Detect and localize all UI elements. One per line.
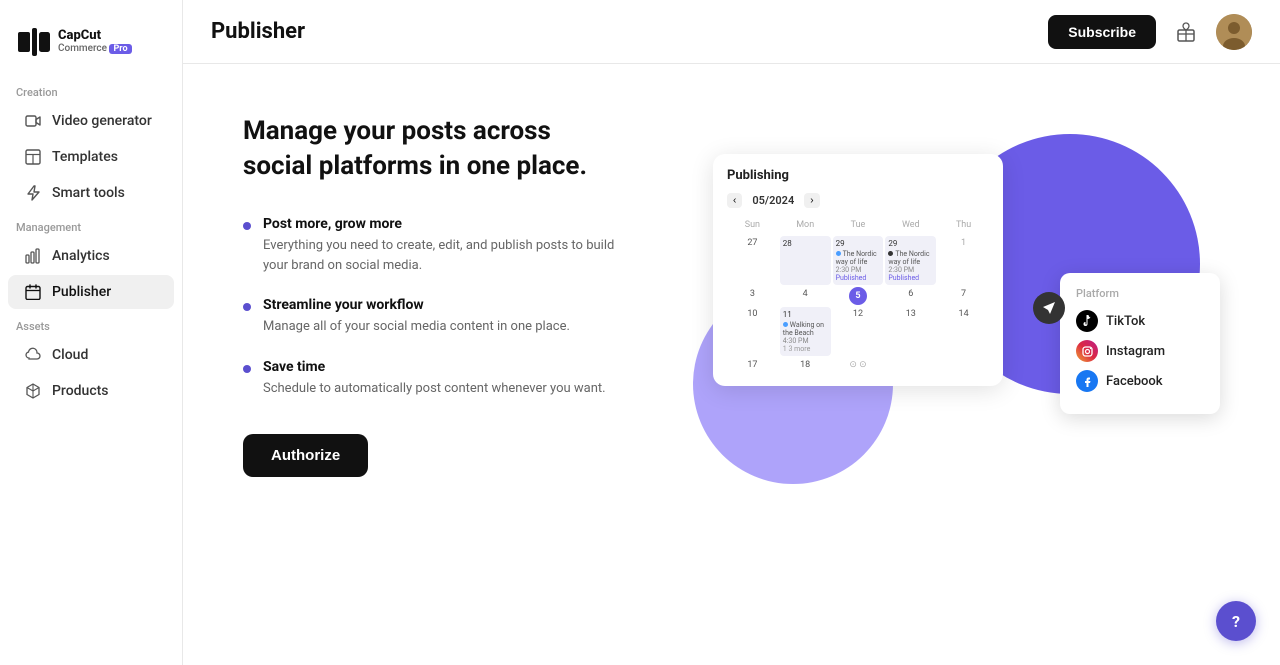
cal-cell: 10: [727, 307, 778, 356]
feature-content: Streamline your workflow Manage all of y…: [263, 297, 570, 337]
sidebar-item-products[interactable]: Products: [8, 374, 174, 408]
tiktok-logo: [1076, 310, 1098, 332]
cal-cell-event: 11 Walking on the Beach 4:30 PM 1 3 more: [780, 307, 831, 356]
authorize-button[interactable]: Authorize: [243, 434, 368, 477]
section-assets: Assets: [0, 310, 182, 337]
feature-item-0: Post more, grow more Everything you need…: [243, 216, 623, 275]
sidebar-item-video-generator[interactable]: Video generator: [8, 104, 174, 138]
sidebar-item-label: Analytics: [52, 248, 110, 264]
cal-cell: 6: [885, 287, 936, 305]
platform-tiktok: TikTok: [1076, 310, 1204, 332]
sidebar-item-label: Cloud: [52, 347, 88, 363]
bar-chart-icon: [24, 247, 42, 265]
box-icon: [24, 382, 42, 400]
left-panel: Manage your posts across social platform…: [243, 114, 623, 477]
header-right: Subscribe: [1048, 14, 1252, 50]
instagram-logo: [1076, 340, 1098, 362]
feature-desc: Everything you need to create, edit, and…: [263, 236, 623, 275]
subscribe-button[interactable]: Subscribe: [1048, 15, 1156, 49]
sidebar-item-publisher[interactable]: Publisher: [8, 275, 174, 309]
cal-cell: 1: [938, 236, 989, 285]
day-header: Thu: [938, 218, 989, 232]
help-button[interactable]: ?: [1216, 601, 1256, 641]
calendar-icon: [24, 283, 42, 301]
help-icon: ?: [1232, 612, 1240, 631]
cloud-icon: [24, 346, 42, 364]
sidebar-item-label: Smart tools: [52, 185, 125, 201]
bullet-icon: [243, 365, 251, 373]
calendar-header: ‹ 05/2024 ›: [727, 193, 989, 208]
feature-title: Streamline your workflow: [263, 297, 570, 313]
cal-cell-event: 28: [780, 236, 831, 285]
sidebar-item-cloud[interactable]: Cloud: [8, 338, 174, 372]
calendar-month: 05/2024: [752, 194, 794, 207]
cal-cell: 5: [849, 287, 867, 305]
cal-cell: 12: [833, 307, 884, 356]
cal-cell-event: 29 The Nordic way of life 2:30 PM Publis…: [885, 236, 936, 285]
feature-item-1: Streamline your workflow Manage all of y…: [243, 297, 623, 337]
facebook-logo: [1076, 370, 1098, 392]
calendar-card: Publishing ‹ 05/2024 › Sun Mon Tue Wed T…: [713, 154, 1003, 386]
cal-cell: 4: [780, 287, 831, 305]
bullet-icon: [243, 222, 251, 230]
sidebar-item-label: Templates: [52, 149, 118, 165]
gift-button[interactable]: [1168, 14, 1204, 50]
logo-icon: [16, 24, 52, 60]
cal-next-btn[interactable]: ›: [804, 193, 819, 208]
platform-label: Instagram: [1106, 344, 1165, 359]
feature-desc: Manage all of your social media content …: [263, 317, 570, 337]
feature-item-2: Save time Schedule to automatically post…: [243, 359, 623, 399]
feature-title: Save time: [263, 359, 606, 375]
day-header: Mon: [780, 218, 831, 232]
platform-instagram: Instagram: [1076, 340, 1204, 362]
cal-cell-event: 29 The Nordic way of life 2:30 PM Publis…: [833, 236, 884, 285]
layout-icon: [24, 148, 42, 166]
cal-cell: 13: [885, 307, 936, 356]
cal-cell: 7: [938, 287, 989, 305]
cal-prev-btn[interactable]: ‹: [727, 193, 742, 208]
platform-popup: Platform TikTok: [1060, 273, 1220, 414]
right-panel: Publishing ‹ 05/2024 › Sun Mon Tue Wed T…: [683, 114, 1220, 514]
section-creation: Creation: [0, 76, 182, 103]
cal-cell: ⊙ ⊙: [833, 358, 884, 372]
section-management: Management: [0, 211, 182, 238]
day-header: Tue: [833, 218, 884, 232]
page-title: Publisher: [211, 19, 305, 44]
logo-area: CapCut Commerce Pro: [0, 16, 182, 76]
feature-title: Post more, grow more: [263, 216, 623, 232]
sidebar-item-label: Products: [52, 383, 109, 399]
cal-cell: 14: [938, 307, 989, 356]
sidebar-item-label: Publisher: [52, 284, 111, 300]
feature-desc: Schedule to automatically post content w…: [263, 379, 606, 399]
avatar[interactable]: [1216, 14, 1252, 50]
sidebar-item-label: Video generator: [52, 113, 152, 129]
logo-text: CapCut Commerce Pro: [58, 29, 132, 55]
day-header: Wed: [885, 218, 936, 232]
cal-cell: 18: [780, 358, 831, 372]
card-title: Publishing: [727, 168, 989, 183]
main-area: Publisher Subscribe: [183, 0, 1280, 665]
day-header: Sun: [727, 218, 778, 232]
platform-popup-title: Platform: [1076, 287, 1204, 300]
platform-label: TikTok: [1106, 314, 1145, 329]
sidebar: CapCut Commerce Pro Creation Video gener…: [0, 0, 183, 665]
platform-facebook: Facebook: [1076, 370, 1204, 392]
cal-cell: 17: [727, 358, 778, 372]
headline: Manage your posts across social platform…: [243, 114, 623, 184]
header: Publisher Subscribe: [183, 0, 1280, 64]
feature-content: Post more, grow more Everything you need…: [263, 216, 623, 275]
platform-label: Facebook: [1106, 374, 1163, 389]
zap-icon: [24, 184, 42, 202]
sidebar-item-templates[interactable]: Templates: [8, 140, 174, 174]
bullet-icon: [243, 303, 251, 311]
sidebar-item-smart-tools[interactable]: Smart tools: [8, 176, 174, 210]
feature-list: Post more, grow more Everything you need…: [243, 216, 623, 398]
send-arrow-icon: [1033, 292, 1065, 324]
sidebar-item-analytics[interactable]: Analytics: [8, 239, 174, 273]
content-area: Manage your posts across social platform…: [183, 64, 1280, 665]
video-icon: [24, 112, 42, 130]
cal-cell: 27: [727, 236, 778, 285]
feature-content: Save time Schedule to automatically post…: [263, 359, 606, 399]
cal-cell: 3: [727, 287, 778, 305]
